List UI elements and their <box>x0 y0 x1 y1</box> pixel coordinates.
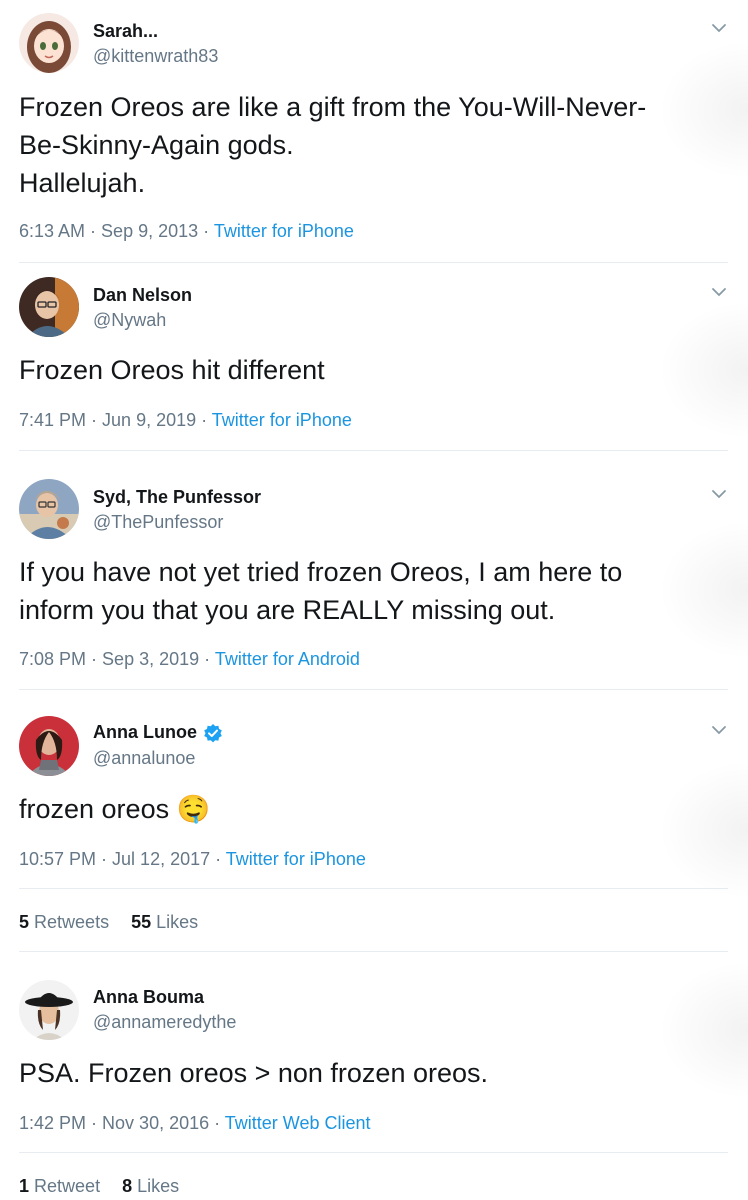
meta-separator: · <box>85 221 102 241</box>
display-name[interactable]: Anna Lunoe <box>93 722 223 743</box>
tweet-meta: 7:41 PM · Jun 9, 2019 · Twitter for iPho… <box>19 410 352 431</box>
avatar[interactable] <box>19 277 79 337</box>
meta-separator: · <box>86 1113 103 1133</box>
avatar-image <box>19 716 79 776</box>
avatar[interactable] <box>19 716 79 776</box>
avatar[interactable] <box>19 980 79 1040</box>
meta-separator: · <box>209 1113 225 1133</box>
avatar[interactable] <box>19 13 79 73</box>
retweet-count-link[interactable]: 1 Retweet <box>19 1176 100 1196</box>
tweet-source[interactable]: Twitter for Android <box>215 649 360 669</box>
display-name[interactable]: Anna Bouma <box>93 987 204 1008</box>
tweet-date[interactable]: Nov 30, 2016 <box>102 1113 209 1133</box>
meta-separator: · <box>86 649 103 669</box>
user-handle[interactable]: @ThePunfessor <box>93 512 223 533</box>
avatar[interactable] <box>19 479 79 539</box>
user-handle[interactable]: @kittenwrath83 <box>93 46 218 67</box>
like-count-link[interactable]: 8 Likes <box>122 1176 179 1196</box>
tweet-time[interactable]: 1:42 PM <box>19 1113 86 1133</box>
chevron-down-icon[interactable] <box>710 485 728 503</box>
display-name[interactable]: Sarah... <box>93 21 158 42</box>
tweet-text: Frozen Oreos hit different <box>19 355 325 385</box>
verified-badge-icon <box>203 723 223 743</box>
meta-separator: · <box>210 849 226 869</box>
tweet-text: PSA. Frozen oreos > non frozen oreos. <box>19 1058 489 1088</box>
tweet-meta: 1:42 PM · Nov 30, 2016 · Twitter Web Cli… <box>19 1113 371 1134</box>
tweet-meta: 6:13 AM · Sep 9, 2013 · Twitter for iPho… <box>19 221 354 242</box>
avatar-image <box>19 479 79 539</box>
tweet-time[interactable]: 6:13 AM <box>19 221 85 241</box>
meta-separator: · <box>198 221 214 241</box>
user-handle[interactable]: @annalunoe <box>93 748 195 769</box>
divider <box>19 450 728 451</box>
user-handle[interactable]: @annameredythe <box>93 1012 236 1033</box>
tweet-stats: 1 Retweet 8 Likes <box>19 1176 179 1197</box>
meta-separator: · <box>86 410 103 430</box>
tweet-text: frozen oreos 🤤 <box>19 794 211 824</box>
tweet-text: Frozen Oreos are like a gift from the Yo… <box>19 92 647 198</box>
meta-separator: · <box>196 410 212 430</box>
tweet-meta: 10:57 PM · Jul 12, 2017 · Twitter for iP… <box>19 849 366 870</box>
tweet-source[interactable]: Twitter for iPhone <box>214 221 354 241</box>
avatar-image <box>19 980 79 1040</box>
tweet-date[interactable]: Jun 9, 2019 <box>102 410 196 430</box>
tweet-time[interactable]: 7:08 PM <box>19 649 86 669</box>
tweet-text: If you have not yet tried frozen Oreos, … <box>19 557 623 625</box>
divider <box>19 951 728 952</box>
tweet-date[interactable]: Sep 9, 2013 <box>101 221 198 241</box>
retweet-count-link[interactable]: 5 Retweets <box>19 912 109 932</box>
tweet-time[interactable]: 10:57 PM <box>19 849 96 869</box>
display-name[interactable]: Dan Nelson <box>93 285 192 306</box>
display-name[interactable]: Syd, The Punfessor <box>93 487 261 508</box>
tweet-source[interactable]: Twitter for iPhone <box>226 849 366 869</box>
tweet-source[interactable]: Twitter Web Client <box>225 1113 371 1133</box>
chevron-down-icon[interactable] <box>710 19 728 37</box>
divider <box>19 1152 728 1153</box>
chevron-down-icon[interactable] <box>710 283 728 301</box>
tweet-stats: 5 Retweets 55 Likes <box>19 912 198 933</box>
meta-separator: · <box>199 649 215 669</box>
tweet-date[interactable]: Jul 12, 2017 <box>112 849 210 869</box>
divider <box>19 262 728 263</box>
meta-separator: · <box>96 849 113 869</box>
tweet-source[interactable]: Twitter for iPhone <box>212 410 352 430</box>
divider <box>19 888 728 889</box>
tweet-date[interactable]: Sep 3, 2019 <box>102 649 199 669</box>
tweet-meta: 7:08 PM · Sep 3, 2019 · Twitter for Andr… <box>19 649 360 670</box>
user-handle[interactable]: @Nywah <box>93 310 166 331</box>
edge-shadow <box>658 760 748 900</box>
avatar-image <box>19 13 79 73</box>
divider <box>19 689 728 690</box>
like-count-link[interactable]: 55 Likes <box>131 912 198 932</box>
chevron-down-icon[interactable] <box>710 721 728 739</box>
tweet-time[interactable]: 7:41 PM <box>19 410 86 430</box>
avatar-image <box>19 277 79 337</box>
